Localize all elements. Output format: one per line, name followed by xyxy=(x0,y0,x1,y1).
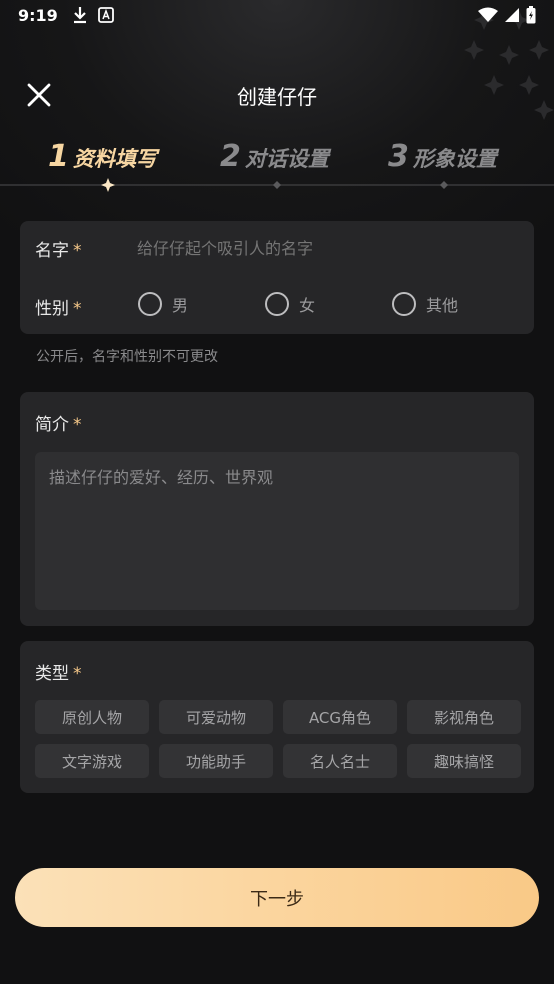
name-label: 名字 * xyxy=(35,240,82,261)
type-label: 类型 * xyxy=(35,664,82,684)
gender-label: 性别 * xyxy=(35,298,82,319)
app-notification-icon xyxy=(97,7,114,23)
required-mark: * xyxy=(73,240,82,261)
type-tag[interactable]: 可爱动物 xyxy=(159,700,273,734)
step-dialog[interactable]: 2 对话设置 xyxy=(220,128,329,174)
step-label: 形象设置 xyxy=(412,147,497,171)
type-tag[interactable]: 原创人物 xyxy=(35,700,149,734)
page-title: 创建仔仔 xyxy=(237,84,317,109)
step-label: 资料填写 xyxy=(72,147,157,171)
step-profile[interactable]: 1 资料填写 xyxy=(48,128,157,174)
radio-circle-icon xyxy=(138,292,162,316)
progress-marker-icon xyxy=(101,178,115,192)
gender-option-female[interactable]: 女 xyxy=(265,292,315,316)
step-indicator: 1 资料填写 2 对话设置 3 形象设置 xyxy=(0,128,554,178)
gender-option-other[interactable]: 其他 xyxy=(392,292,458,316)
type-tag[interactable]: 趣味搞怪 xyxy=(407,744,521,778)
name-row: 名字 * xyxy=(35,233,497,263)
type-tag[interactable]: 影视角色 xyxy=(407,700,521,734)
step-number: 2 xyxy=(220,139,241,174)
required-mark: * xyxy=(73,415,82,435)
type-tag[interactable]: 文字游戏 xyxy=(35,744,149,778)
battery-icon xyxy=(526,6,536,24)
name-input[interactable] xyxy=(137,238,497,258)
signal-icon xyxy=(505,8,519,22)
intro-card: 简介 * xyxy=(20,392,534,626)
basic-info-card: 名字* 性别* 男 女 其他 xyxy=(20,221,534,334)
status-time: 9:19 xyxy=(18,5,58,25)
intro-textarea[interactable] xyxy=(35,452,519,610)
step-progress-bar xyxy=(0,178,554,192)
top-bar: 创建仔仔 xyxy=(0,68,554,122)
radio-circle-icon xyxy=(265,292,289,316)
status-bar: 9:19 xyxy=(0,0,554,30)
radio-label: 男 xyxy=(172,296,189,315)
type-card: 类型 * 原创人物 可爱动物 ACG角色 影视角色 文字游戏 功能助手 名人名士 … xyxy=(20,641,534,793)
lock-hint: 公开后，名字和性别不可更改 xyxy=(36,349,218,365)
close-icon xyxy=(27,83,51,107)
type-tags: 原创人物 可爱动物 ACG角色 影视角色 文字游戏 功能助手 名人名士 趣味搞怪 xyxy=(35,700,521,778)
step-number: 1 xyxy=(48,139,69,174)
step-number: 3 xyxy=(388,139,409,174)
wifi-icon xyxy=(478,7,498,22)
required-mark: * xyxy=(73,298,82,319)
gender-row: 性别 * xyxy=(35,291,137,321)
download-icon xyxy=(73,7,86,24)
close-button[interactable] xyxy=(22,80,56,110)
step-label: 对话设置 xyxy=(244,147,329,171)
intro-label: 简介 * xyxy=(35,415,82,435)
radio-label: 女 xyxy=(299,296,316,315)
type-tag[interactable]: 功能助手 xyxy=(159,744,273,778)
step-appearance[interactable]: 3 形象设置 xyxy=(388,128,497,174)
radio-label: 其他 xyxy=(426,296,459,315)
type-tag[interactable]: 名人名士 xyxy=(283,744,397,778)
radio-circle-icon xyxy=(392,292,416,316)
next-step-button[interactable]: 下一步 xyxy=(15,868,539,927)
required-mark: * xyxy=(73,664,82,684)
gender-option-male[interactable]: 男 xyxy=(138,292,188,316)
type-tag[interactable]: ACG角色 xyxy=(283,700,397,734)
